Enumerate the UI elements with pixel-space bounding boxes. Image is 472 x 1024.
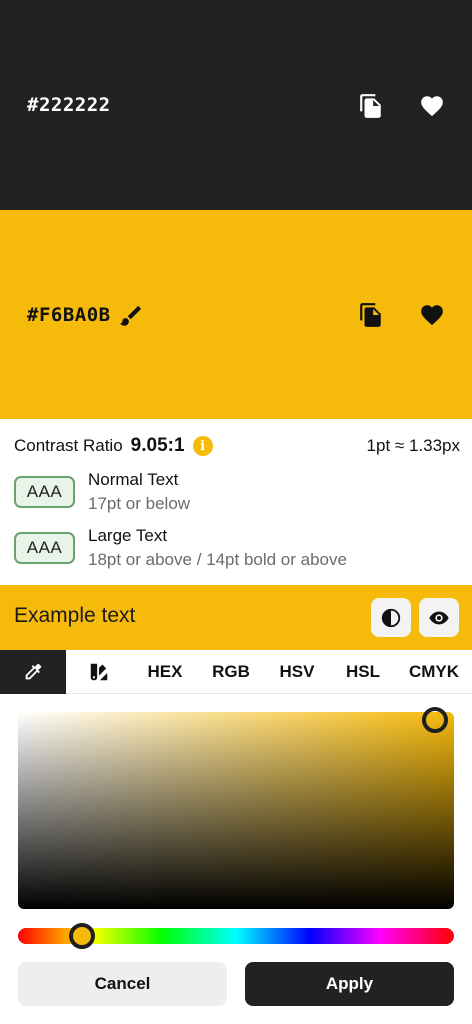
foreground-hex-label[interactable]: #F6BA0B (27, 304, 111, 326)
large-text-rating-badge: AAA (14, 532, 75, 564)
example-text: Example text (14, 604, 136, 627)
saturation-value-handle[interactable] (422, 707, 448, 733)
saturation-value-picker[interactable] (18, 712, 454, 909)
tab-hsl[interactable]: HSL (330, 650, 396, 694)
background-hex-label[interactable]: #222222 (27, 94, 111, 116)
normal-text-rating-badge: AAA (14, 476, 75, 508)
eyedropper-icon (25, 663, 42, 680)
contrast-toggle-button[interactable] (371, 598, 411, 637)
large-text-title: Large Text (88, 526, 168, 545)
normal-text-title: Normal Text (88, 470, 179, 489)
swatches-icon (90, 663, 108, 681)
cancel-button[interactable]: Cancel (18, 962, 227, 1006)
heart-icon[interactable] (417, 91, 447, 121)
paint-brush-icon[interactable] (116, 301, 146, 331)
copy-icon[interactable] (356, 300, 386, 330)
picker-mode-tabs: HEX RGB HSV HSL CMYK (0, 650, 472, 694)
tab-hsv[interactable]: HSV (264, 650, 330, 694)
hue-slider-handle[interactable] (69, 923, 95, 949)
heart-icon[interactable] (417, 300, 447, 330)
tab-swatches[interactable] (66, 650, 132, 694)
apply-button[interactable]: Apply (245, 962, 454, 1006)
eye-icon (429, 611, 449, 624)
tab-hex[interactable]: HEX (132, 650, 198, 694)
contrast-ratio-label: Contrast Ratio (14, 436, 123, 455)
copy-icon[interactable] (356, 91, 386, 121)
tab-eyedropper[interactable] (0, 650, 66, 694)
contrast-ratio-row: Contrast Ratio 9.05:1 i 1pt ≈ 1.33px (14, 434, 460, 458)
pt-conversion-label: 1pt ≈ 1.33px (366, 436, 460, 455)
preview-button[interactable] (419, 598, 459, 637)
tab-rgb[interactable]: RGB (198, 650, 264, 694)
large-text-subtitle: 18pt or above / 14pt bold or above (88, 550, 347, 569)
contrast-ratio-value: 9.05:1 (130, 435, 185, 456)
tab-cmyk[interactable]: CMYK (396, 650, 472, 694)
normal-text-subtitle: 17pt or below (88, 494, 191, 513)
info-icon[interactable]: i (192, 436, 213, 456)
contrast-icon (381, 608, 401, 627)
